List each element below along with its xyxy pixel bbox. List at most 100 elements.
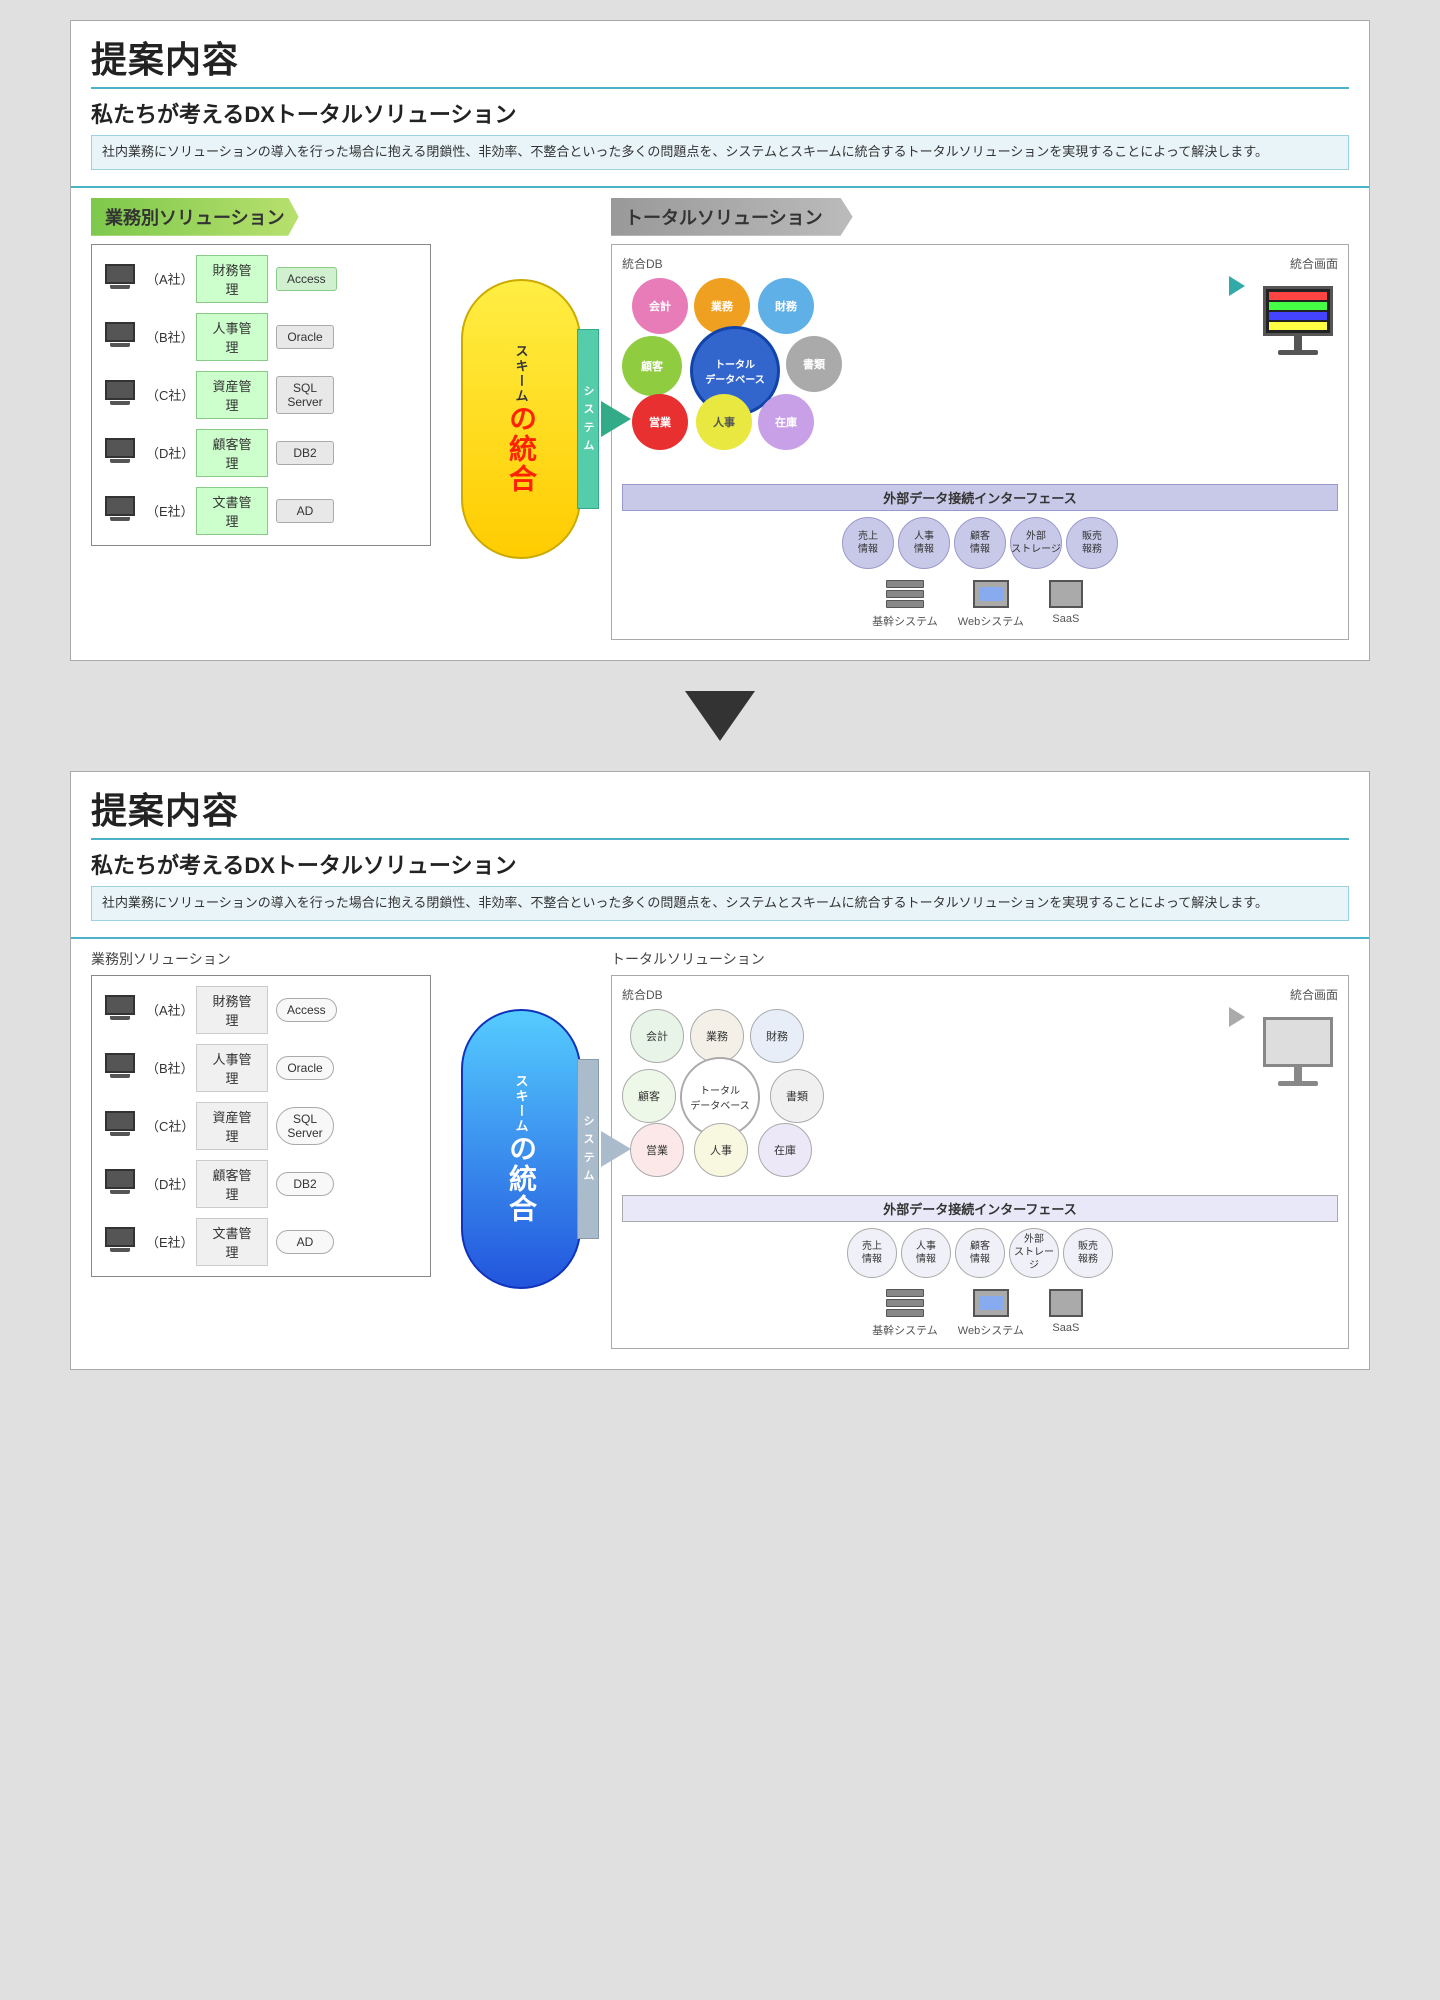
- s2-dept-box-e: 文書管理: [196, 1218, 268, 1266]
- company-list-2: （A社） 財務管理 Access （B社） 人事管理 Oracle: [91, 975, 431, 1277]
- oval-container-2: スキーム の統合 シ ス テ ム: [461, 1009, 581, 1289]
- left-panel-1: 業務別ソリューション （A社） 財務管理 Access: [91, 198, 431, 640]
- server-web-label: Webシステム: [958, 613, 1024, 629]
- s2-pc-base-c: [110, 1132, 130, 1136]
- s2-pc-screen-c: [105, 1111, 135, 1131]
- s2-pc-base-d: [110, 1190, 130, 1194]
- pc-base-c: [110, 401, 130, 405]
- ext-bubbles-1: 売上情報 人事情報 顧客情報 外部ストレージ 販売報務: [622, 517, 1338, 569]
- right-section-label-2: トータルソリューション: [611, 949, 1349, 969]
- tl-row-1: 会計 業務 財務 顧客 トータル データベース 書類 営業 人事 在庫: [622, 276, 1338, 476]
- s2-total-line1: トータル: [700, 1082, 740, 1097]
- server-web-icon: [969, 577, 1013, 611]
- s2-ext-bubble-kokyaku: 顧客情報: [955, 1228, 1005, 1278]
- slide-2-desc: 社内業務にソリューションの導入を行った場合に抱える閉鎖性、非効率、不整合といった…: [91, 886, 1349, 921]
- db-badge-c: SQLServer: [276, 376, 334, 414]
- s2-pc-screen-b: [105, 1053, 135, 1073]
- s2-company-row-a: （A社） 財務管理 Access: [102, 986, 420, 1034]
- s2-bubble-shorui: 書類: [770, 1069, 824, 1123]
- total-line2: データベース: [705, 371, 765, 386]
- ext-title-1: 外部データ接続インターフェース: [622, 484, 1338, 511]
- ext-bubble-hanbai: 販売報務: [1066, 517, 1118, 569]
- monitor-foot-1: [1278, 350, 1318, 355]
- slide-2-title: 提案内容: [91, 782, 1349, 834]
- dept-box-d: 顧客管理: [196, 429, 268, 477]
- s2-web-monitor: [973, 1289, 1009, 1317]
- oval-text-1: スキーム の統合: [501, 344, 541, 494]
- s2-pc-base-b: [110, 1074, 130, 1078]
- s2-bubble-zaiko: 在庫: [758, 1123, 812, 1177]
- slide-1-title: 提案内容: [91, 31, 1349, 83]
- s2-dept-box-d: 顧客管理: [196, 1160, 268, 1208]
- s2-kikan-racks: [886, 1289, 924, 1317]
- s2-pc-icon-b: [102, 1053, 138, 1083]
- db-header-right-1: 統合画面: [1290, 255, 1338, 272]
- kikan-racks: [886, 580, 924, 608]
- s2-server-web: Webシステム: [958, 1286, 1024, 1338]
- company-label-c: （C社）: [146, 385, 188, 404]
- pc-screen-b: [105, 322, 135, 342]
- s2-ext-bubble-jinji: 人事情報: [901, 1228, 951, 1278]
- s2-bubble-gyomu: 業務: [690, 1009, 744, 1063]
- s2-server-web-label: Webシステム: [958, 1322, 1024, 1338]
- dept-box-e: 文書管理: [196, 487, 268, 535]
- s2-db-badge-e: AD: [276, 1230, 334, 1254]
- s2-pc-icon-d: [102, 1169, 138, 1199]
- big-arrow-shape: [685, 691, 755, 741]
- s2-bubble-zaimu: 財務: [750, 1009, 804, 1063]
- s2-company-row-c: （C社） 資産管理 SQLServer: [102, 1102, 420, 1150]
- company-label-e: （E社）: [146, 501, 188, 520]
- system-bars-1: シ ス テ ム: [577, 329, 599, 509]
- pc-icon-e: [102, 496, 138, 526]
- total-solution-box-1: 統合DB 統合画面 会計 業務 財務 顧客 トータル データベー: [611, 244, 1349, 640]
- s2-server-icons: 基幹システム Webシステム: [622, 1286, 1338, 1338]
- s2-bubble-area: 会計 業務 財務 顧客 トータル データベース 書類 営業 人事 在庫: [622, 1007, 1216, 1187]
- s2-bubble-jinji: 人事: [694, 1123, 748, 1177]
- slide-1-subtitle: 私たちが考えるDXトータルソリューション: [91, 97, 1349, 129]
- company-list-1: （A社） 財務管理 Access （B社） 人事管理 Oracle: [91, 244, 431, 546]
- company-row-a: （A社） 財務管理 Access: [102, 255, 420, 303]
- rack-2: [886, 590, 924, 598]
- pc-icon-a: [102, 264, 138, 294]
- left-panel-title-1: 業務別ソリューション: [91, 198, 299, 236]
- company-row-e: （E社） 文書管理 AD: [102, 487, 420, 535]
- s2-total-line2: データベース: [690, 1097, 750, 1112]
- ext-bubble-storage: 外部ストレージ: [1010, 517, 1062, 569]
- pc-icon-c: [102, 380, 138, 410]
- bubble-jinji: 人事: [696, 394, 752, 450]
- monitor-icon-1: [1258, 286, 1338, 355]
- company-label-a: （A社）: [146, 269, 188, 288]
- left-section-label-2: 業務別ソリューション: [91, 949, 431, 969]
- right-panel-2: トータルソリューション 統合DB 統合画面 会計 業務 財務 顧客 ト: [611, 949, 1349, 1349]
- s2-server-kikan: 基幹システム: [872, 1286, 938, 1338]
- s2-pc-base-e: [110, 1248, 130, 1252]
- oval-text-2: スキーム の統合: [501, 1074, 541, 1224]
- db-badge-b: Oracle: [276, 325, 334, 349]
- db-badge-a: Access: [276, 267, 337, 291]
- ext-bubble-jinji: 人事情報: [898, 517, 950, 569]
- pc-screen-d: [105, 438, 135, 458]
- ext-section-1: 外部データ接続インターフェース 売上情報 人事情報 顧客情報 外部ストレージ 販…: [622, 484, 1338, 629]
- server-kikan: 基幹システム: [872, 577, 938, 629]
- s2-ext-title: 外部データ接続インターフェース: [622, 1195, 1338, 1222]
- s2-dept-box-c: 資産管理: [196, 1102, 268, 1150]
- tl-row-2: 会計 業務 財務 顧客 トータル データベース 書類 営業 人事 在庫: [622, 1007, 1338, 1187]
- s2-server-kikan-label: 基幹システム: [872, 1322, 938, 1338]
- s2-company-row-e: （E社） 文書管理 AD: [102, 1218, 420, 1266]
- bubble-gyomu: 業務: [694, 278, 750, 334]
- ext-bubble-uriage: 売上情報: [842, 517, 894, 569]
- s2-dept-box-b: 人事管理: [196, 1044, 268, 1092]
- s2-ext-bubble-uriage: 売上情報: [847, 1228, 897, 1278]
- s2-company-label-d: （D社）: [146, 1174, 188, 1193]
- s2-rack-2: [886, 1299, 924, 1307]
- monitor-stand-1: [1294, 336, 1302, 350]
- pc-icon-b: [102, 322, 138, 352]
- server-saas-icon: [1044, 577, 1088, 611]
- server-icons-1: 基幹システム Webシステム: [622, 577, 1338, 629]
- db-header-left-1: 統合DB: [622, 255, 663, 272]
- s2-server-kikan-icon: [883, 1286, 927, 1320]
- rack-3: [886, 600, 924, 608]
- bubble-kaikei: 会計: [632, 278, 688, 334]
- slide-1-diagram: 業務別ソリューション （A社） 財務管理 Access: [71, 188, 1369, 660]
- s2-db-badge-b: Oracle: [276, 1056, 334, 1080]
